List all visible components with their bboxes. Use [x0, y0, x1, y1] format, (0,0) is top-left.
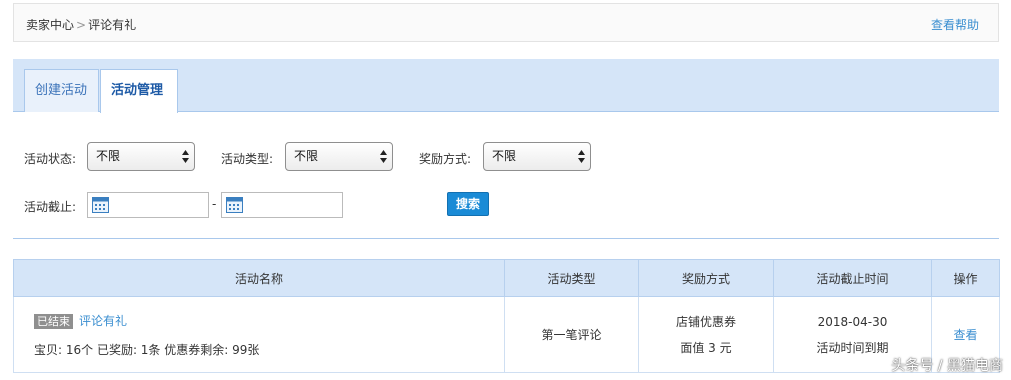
deadline-start-input[interactable] [87, 192, 209, 218]
column-header-deadline: 活动截止时间 [773, 259, 932, 297]
tab-bar: 创建活动 活动管理 [13, 59, 999, 113]
breadcrumb-root[interactable]: 卖家中心 [26, 18, 74, 32]
activity-table: 活动名称 活动类型 奖励方式 活动截止时间 操作 已结束 评论有礼 宝贝: 16个… [13, 259, 1000, 373]
watermark: 头条号 / 黑猫电商 [891, 358, 1003, 374]
reward-select-value: 不限 [492, 149, 517, 163]
reward-filter-label: 奖励方式: [419, 152, 472, 166]
type-select[interactable]: 不限 [285, 142, 393, 171]
deadline-filter-label: 活动截止: [24, 200, 77, 214]
reward-cell: 店铺优惠券 面值 3 元 [638, 296, 774, 373]
select-arrows-icon [578, 150, 585, 163]
calendar-icon[interactable] [92, 197, 109, 213]
breadcrumb-current: 评论有礼 [88, 18, 137, 32]
status-filter-label: 活动状态: [24, 152, 77, 166]
activity-name-link[interactable]: 评论有礼 [79, 314, 127, 328]
select-arrows-icon [380, 150, 387, 163]
activity-details: 宝贝: 16个 已奖励: 1条 优惠券剩余: 99张 [34, 342, 260, 357]
reward-select[interactable]: 不限 [483, 142, 591, 171]
deadline-end-input[interactable] [221, 192, 343, 218]
reward-line-2: 面值 3 元 [680, 340, 732, 355]
calendar-icon[interactable] [226, 197, 243, 213]
status-badge: 已结束 [34, 313, 73, 329]
breadcrumb-bar: 卖家中心 > 评论有礼 查看帮助 [13, 3, 999, 42]
column-header-name: 活动名称 [13, 259, 505, 297]
breadcrumb: 卖家中心 > 评论有礼 [26, 16, 136, 33]
column-header-type: 活动类型 [504, 259, 639, 297]
date-range-separator: - [212, 197, 217, 211]
status-select[interactable]: 不限 [87, 142, 195, 171]
search-button[interactable]: 搜索 [447, 192, 489, 216]
type-select-value: 不限 [294, 149, 319, 163]
type-filter-label: 活动类型: [221, 152, 274, 166]
select-arrows-icon [182, 150, 189, 163]
reward-line-1: 店铺优惠券 [675, 314, 736, 329]
divider [13, 238, 999, 239]
breadcrumb-separator: > [76, 18, 87, 32]
activity-type-cell: 第一笔评论 [504, 296, 639, 373]
status-select-value: 不限 [96, 149, 121, 163]
activity-name-cell: 已结束 评论有礼 宝贝: 16个 已奖励: 1条 优惠券剩余: 99张 [13, 296, 505, 373]
column-header-action: 操作 [931, 259, 1000, 297]
table-header-row: 活动名称 活动类型 奖励方式 活动截止时间 操作 [13, 259, 1000, 297]
view-link[interactable]: 查看 [953, 328, 977, 342]
tab-manage-activity[interactable]: 活动管理 [100, 69, 178, 113]
table-row: 已结束 评论有礼 宝贝: 16个 已奖励: 1条 优惠券剩余: 99张 第一笔评论… [13, 296, 1000, 373]
deadline-date: 2018-04-30 [817, 314, 888, 329]
tab-create-activity[interactable]: 创建活动 [24, 69, 99, 112]
help-link[interactable]: 查看帮助 [931, 16, 979, 33]
column-header-reward: 奖励方式 [638, 259, 774, 297]
